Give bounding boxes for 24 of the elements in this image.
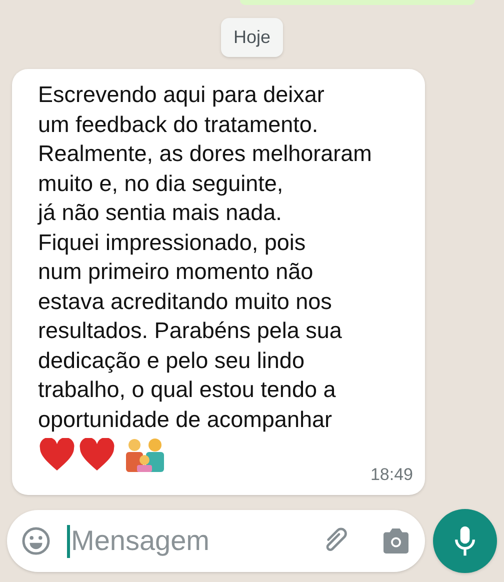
emoji-icon[interactable] <box>21 526 51 556</box>
message-line: já não sentia mais nada. <box>38 199 283 227</box>
message-line: dedicação e pelo seu lindo <box>38 346 306 375</box>
message-line: Realmente, as dores melhoraram <box>38 140 373 168</box>
heart-icon <box>78 438 116 472</box>
message-line: num primeiro momento não <box>38 258 314 286</box>
message-line: resultados. Parabéns pela sua <box>38 317 343 345</box>
text-cursor <box>67 524 70 558</box>
message-line: um feedback do tratamento. <box>38 110 320 138</box>
message-input[interactable]: Mensagem <box>7 510 425 572</box>
date-label: Hoje <box>221 18 283 57</box>
camera-icon[interactable] <box>381 527 411 555</box>
message-time: 18:49 <box>370 464 413 486</box>
heart-icon <box>38 438 76 472</box>
message-line: trabalho, o qual estou tendo a <box>38 376 337 404</box>
family-icon <box>126 436 164 472</box>
message-line: estava acreditando muito nos <box>38 288 333 316</box>
message-line: muito e, no dia seguinte, <box>38 170 284 198</box>
message-placeholder: Mensagem <box>71 525 210 556</box>
message-line: Escrevendo aqui para deixar <box>38 81 326 109</box>
microphone-button[interactable] <box>433 509 497 573</box>
message-line: oportunidade de acompanhar <box>38 406 333 434</box>
message-line: Fiquei impressionado, pois <box>38 228 307 257</box>
microphone-icon <box>454 525 476 557</box>
